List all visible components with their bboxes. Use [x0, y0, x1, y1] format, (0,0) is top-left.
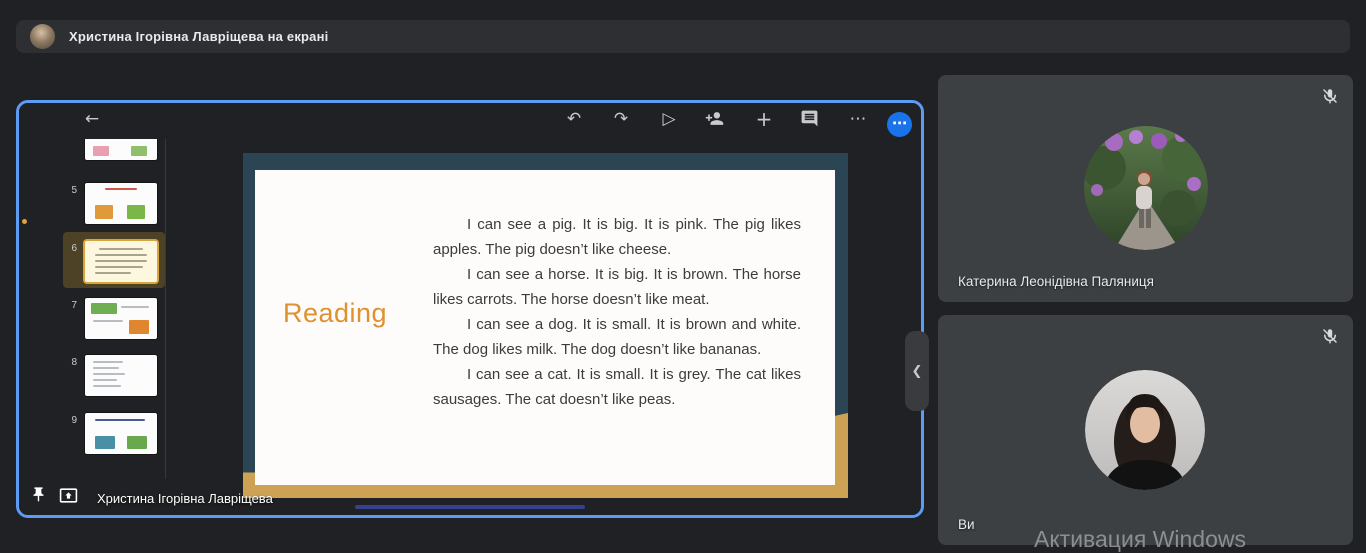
back-button[interactable]: ← [80, 107, 104, 131]
horizontal-scrollbar[interactable] [355, 505, 585, 509]
slide-number: 6 [71, 243, 77, 254]
mic-off-icon [1323, 89, 1337, 104]
present-to-screen-icon[interactable] [59, 486, 78, 505]
slide-content-panel: Reading I can see a pig. It is big. It i… [255, 170, 835, 485]
participant-avatar [1084, 126, 1208, 250]
thumbnail-art [93, 379, 117, 381]
participant-name: Катерина Леонідівна Паляниця [958, 274, 1154, 289]
thumbnail-art [93, 320, 123, 322]
presenter-name-label: Христина Ігорівна Лавріщева [97, 491, 273, 506]
slide-canvas: Reading I can see a pig. It is big. It i… [243, 153, 848, 498]
slide-text: I can see a pig. It is big. It is pink. … [433, 212, 801, 412]
thumbnail-art [95, 266, 143, 268]
slide-number: 7 [71, 300, 77, 311]
thumbnail-art [99, 248, 143, 250]
thumbnail-art [93, 385, 121, 387]
slide-title: Reading [283, 298, 388, 328]
thumbnail-art [95, 260, 147, 262]
insert-button[interactable]: + [752, 107, 776, 131]
thumbnail-art [127, 205, 145, 219]
thumbnail-art [93, 367, 119, 369]
slide-thumbnail-7[interactable] [85, 298, 157, 339]
slides-app: ← ↶ ↷ ▷ + ⋯ ⋯ 5 6 7 8 9 Reading I can se… [19, 103, 929, 515]
thumbnail-art [105, 188, 137, 190]
slide-thumbnail-6[interactable] [85, 241, 157, 282]
redo-button[interactable]: ↷ [609, 107, 633, 131]
thumbnail-art [95, 436, 115, 449]
presenter-avatar [30, 24, 55, 49]
screenshare-banner-text: Христина Ігорівна Лавріщева на екрані [69, 29, 329, 44]
overflow-blue-button[interactable]: ⋯ [887, 112, 912, 137]
collapse-panel-handle[interactable]: ❮ [905, 331, 929, 411]
slide-thumbnail-9[interactable] [85, 413, 157, 454]
slide-number: 5 [71, 185, 77, 196]
thumbnail-art [95, 254, 147, 256]
thumbnail-art [121, 306, 149, 308]
thumbnail-art [93, 146, 109, 156]
thumbnail-art [95, 419, 145, 421]
slide-thumbnail-5[interactable] [85, 183, 157, 224]
slide-number: 8 [71, 357, 77, 368]
pin-icon[interactable] [30, 486, 47, 503]
thumbnail-art [95, 205, 113, 219]
slide-paragraph: I can see a horse. It is big. It is brow… [433, 266, 801, 308]
windows-activation-watermark: Активация Windows [1034, 526, 1246, 552]
shared-screen-tile[interactable]: ← ↶ ↷ ▷ + ⋯ ⋯ 5 6 7 8 9 Reading I can se… [16, 100, 929, 518]
undo-button[interactable]: ↶ [562, 107, 586, 131]
slide-thumbnail-partial[interactable] [85, 139, 157, 160]
slide-filmstrip: 5 6 7 8 9 [19, 139, 166, 479]
mic-off-icon [1323, 329, 1337, 344]
screenshare-banner: Христина Ігорівна Лавріщева на екрані [16, 20, 1350, 53]
thumbnail-art [127, 436, 147, 449]
thumbnail-art [91, 303, 117, 314]
comment-icon[interactable] [800, 109, 819, 128]
thumbnail-art [95, 272, 131, 274]
slide-paragraph: I can see a cat. It is small. It is grey… [433, 366, 801, 408]
thumbnail-art [93, 373, 125, 375]
thumbnail-art [131, 146, 147, 156]
slide-thumbnail-8[interactable] [85, 355, 157, 396]
participant-tile-katerina[interactable]: Катерина Леонідівна Паляниця [938, 75, 1353, 302]
participant-name: Ви [958, 517, 975, 532]
participant-tile-self[interactable]: Ви [938, 315, 1353, 545]
person-add-icon[interactable] [705, 109, 724, 128]
thumbnail-art [129, 320, 149, 334]
more-options-button[interactable]: ⋯ [846, 107, 870, 131]
slide-paragraph: I can see a dog. It is small. It is brow… [433, 316, 801, 358]
slide-number: 9 [71, 415, 77, 426]
thumbnail-art [93, 361, 123, 363]
slide-paragraph: I can see a pig. It is big. It is pink. … [433, 216, 801, 258]
present-button[interactable]: ▷ [657, 107, 681, 131]
participant-avatar [1085, 370, 1205, 490]
meet-window: Христина Ігорівна Лавріщева на екрані ← … [0, 0, 1366, 552]
